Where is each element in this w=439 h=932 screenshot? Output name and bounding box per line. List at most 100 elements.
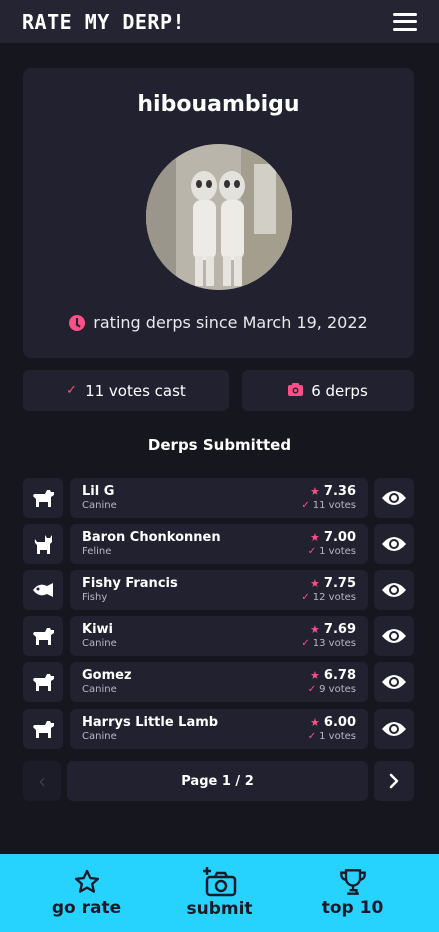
derps-stat: 6 derps <box>242 370 414 411</box>
derp-name: Gomez <box>82 668 132 683</box>
check-icon: ✓ <box>66 383 78 398</box>
eye-icon <box>382 491 406 505</box>
menu-icon[interactable] <box>393 12 417 31</box>
nav-top-10[interactable]: top 10 <box>298 868 408 918</box>
trophy-icon <box>339 869 366 895</box>
eye-icon <box>382 675 406 689</box>
derp-score: ★ 6.00 <box>310 715 356 730</box>
star-icon: ★ <box>310 577 320 590</box>
check-icon: ✓ <box>307 684 317 695</box>
nav-top-10-label: top 10 <box>321 898 384 918</box>
section-title: Derps Submitted <box>147 436 292 454</box>
derp-votes-value: 1 votes <box>319 546 356 557</box>
votes-cast-stat: ✓ 11 votes cast <box>23 370 229 411</box>
derp-row: Harrys Little Lamb Canine ★ 6.00 ✓ 1 votes <box>23 709 414 749</box>
view-derp-button[interactable] <box>374 570 414 610</box>
derp-votes: ✓ 9 votes <box>308 684 356 695</box>
derp-name: Kiwi <box>82 622 113 637</box>
eye-icon <box>382 629 406 643</box>
page-indicator: Page 1 / 2 <box>67 761 368 801</box>
derp-kind: Canine <box>82 731 117 742</box>
top-bar: RATE MY DERP! <box>0 0 439 43</box>
avatar <box>146 144 292 290</box>
derps-label: 6 derps <box>311 381 368 400</box>
derp-votes: ✓ 12 votes <box>301 592 356 603</box>
derp-score-value: 6.78 <box>323 668 356 683</box>
derp-kind: Feline <box>82 546 112 557</box>
bottom-nav: go rate submit top 10 <box>0 854 439 932</box>
derp-score-value: 7.00 <box>323 530 356 545</box>
dog-icon <box>23 478 63 518</box>
fish-icon <box>23 570 63 610</box>
prev-page-button[interactable]: ‹ <box>23 761 61 801</box>
view-derp-button[interactable] <box>374 709 414 749</box>
derp-score-value: 7.75 <box>323 576 356 591</box>
derp-score: ★ 6.78 <box>310 668 356 683</box>
username: hibouambigu <box>137 92 300 117</box>
dog-icon <box>23 709 63 749</box>
check-icon: ✓ <box>301 500 310 511</box>
derp-name: Lil G <box>82 484 115 499</box>
check-icon: ✓ <box>301 638 310 649</box>
derp-info[interactable]: Kiwi Canine ★ 7.69 ✓ 13 votes <box>70 616 368 656</box>
derp-kind: Fishy <box>82 592 108 603</box>
derp-score-value: 7.36 <box>323 484 356 499</box>
derp-info[interactable]: Gomez Canine ★ 6.78 ✓ 9 votes <box>70 662 368 702</box>
brand-logo[interactable]: RATE MY DERP! <box>22 10 185 34</box>
pagination: ‹ Page 1 / 2 <box>23 761 414 801</box>
derp-row: Lil G Canine ★ 7.36 ✓ 11 votes <box>23 478 414 518</box>
cat-icon <box>23 524 63 564</box>
derp-row: Baron Chonkonnen Feline ★ 7.00 ✓ 1 votes <box>23 524 414 564</box>
nav-go-rate[interactable]: go rate <box>32 868 142 918</box>
view-derp-button[interactable] <box>374 616 414 656</box>
nav-submit-label: submit <box>186 899 253 919</box>
star-icon: ★ <box>310 669 320 682</box>
votes-cast-label: 11 votes cast <box>85 381 186 400</box>
member-since-text: rating derps since March 19, 2022 <box>93 313 368 332</box>
derp-votes-value: 1 votes <box>319 731 356 742</box>
check-icon: ✓ <box>301 592 310 603</box>
clock-icon <box>69 314 86 331</box>
derp-votes-value: 13 votes <box>312 638 356 649</box>
eye-icon <box>382 583 406 597</box>
star-icon: ★ <box>310 485 320 498</box>
add-camera-icon <box>202 867 236 897</box>
view-derp-button[interactable] <box>374 524 414 564</box>
camera-icon <box>288 382 304 400</box>
derp-info[interactable]: Fishy Francis Fishy ★ 7.75 ✓ 12 votes <box>70 570 368 610</box>
profile-card: hibouambigu rating derps since March 19,… <box>23 68 414 358</box>
nav-go-rate-label: go rate <box>51 898 122 918</box>
derp-score-value: 6.00 <box>323 715 356 730</box>
view-derp-button[interactable] <box>374 662 414 702</box>
derp-name: Baron Chonkonnen <box>82 530 221 545</box>
derp-info[interactable]: Baron Chonkonnen Feline ★ 7.00 ✓ 1 votes <box>70 524 368 564</box>
star-icon: ★ <box>310 623 320 636</box>
derp-info[interactable]: Lil G Canine ★ 7.36 ✓ 11 votes <box>70 478 368 518</box>
derp-row: Fishy Francis Fishy ★ 7.75 ✓ 12 votes <box>23 570 414 610</box>
derp-row: Gomez Canine ★ 6.78 ✓ 9 votes <box>23 662 414 702</box>
derp-row: Kiwi Canine ★ 7.69 ✓ 13 votes <box>23 616 414 656</box>
derp-votes-value: 11 votes <box>312 500 356 511</box>
eye-icon <box>382 537 406 551</box>
star-icon: ★ <box>310 531 320 544</box>
star-icon: ★ <box>310 716 320 729</box>
derp-kind: Canine <box>82 684 117 695</box>
derp-votes-value: 9 votes <box>319 684 356 695</box>
derp-kind: Canine <box>82 500 117 511</box>
view-derp-button[interactable] <box>374 478 414 518</box>
eye-icon <box>382 722 406 736</box>
derp-kind: Canine <box>82 638 117 649</box>
dog-icon <box>23 662 63 702</box>
derp-score: ★ 7.69 <box>310 622 356 637</box>
derp-votes: ✓ 13 votes <box>301 638 356 649</box>
dog-icon <box>23 616 63 656</box>
nav-submit[interactable]: submit <box>165 867 275 919</box>
chevron-right-icon <box>389 773 399 789</box>
derp-info[interactable]: Harrys Little Lamb Canine ★ 6.00 ✓ 1 votes <box>70 709 368 749</box>
next-page-button[interactable] <box>374 761 414 801</box>
check-icon: ✓ <box>307 546 317 557</box>
member-since: rating derps since March 19, 2022 <box>23 313 414 332</box>
derp-votes: ✓ 11 votes <box>301 500 356 511</box>
derp-votes: ✓ 1 votes <box>308 546 356 557</box>
star-icon <box>74 869 99 893</box>
